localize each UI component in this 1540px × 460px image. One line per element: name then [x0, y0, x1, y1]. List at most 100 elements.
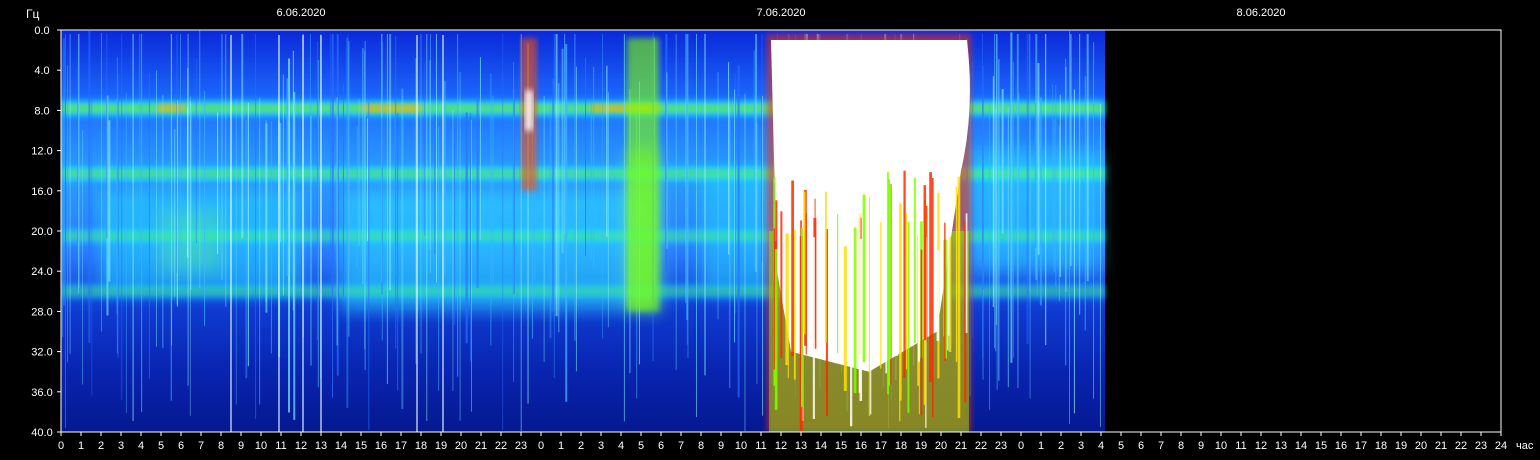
x-tick-label: 3 — [118, 440, 124, 452]
y-tick-label: 32.0 — [31, 347, 52, 359]
x-tick-label: 17 — [395, 440, 407, 452]
x-tick-label: 22 — [975, 440, 987, 452]
y-tick-label: 36.0 — [31, 387, 52, 399]
x-tick-label: 4 — [618, 440, 624, 452]
x-tick-label: 2 — [98, 440, 104, 452]
x-tick-label: 19 — [435, 440, 447, 452]
x-tick-label: 8 — [698, 440, 704, 452]
x-tick-label: 6 — [658, 440, 664, 452]
y-tick-label: 20.0 — [31, 226, 52, 238]
y-tick-label: 40.0 — [31, 427, 52, 439]
x-tick-label: 7 — [198, 440, 204, 452]
x-tick-label: 3 — [598, 440, 604, 452]
x-tick-label: 14 — [815, 440, 827, 452]
x-tick-label: 19 — [915, 440, 927, 452]
x-tick-label: 3 — [1078, 440, 1084, 452]
x-tick-label: 13 — [795, 440, 807, 452]
x-tick-label: 2 — [1058, 440, 1064, 452]
x-tick-label: 16 — [1335, 440, 1347, 452]
x-tick-label: 8 — [1178, 440, 1184, 452]
event-mark — [627, 38, 659, 312]
date-label: 6.06.2020 — [277, 7, 326, 19]
x-tick-label: 13 — [1275, 440, 1287, 452]
x-tick-label: 1 — [78, 440, 84, 452]
y-axis: 0.0 4.0 8.0 12.0 16.0 20.0 24.0 28.0 32.0 36.0 40.… — [31, 25, 61, 439]
x-tick-label: 12 — [1255, 440, 1267, 452]
x-tick-label: 0 — [1018, 440, 1024, 452]
x-tick-label: 9 — [718, 440, 724, 452]
y-tick-label: 8.0 — [34, 105, 49, 117]
x-tick-label: 14 — [335, 440, 347, 452]
x-tick-label: 15 — [355, 440, 367, 452]
x-tick-label: 2 — [578, 440, 584, 452]
x-tick-label: 22 — [1455, 440, 1467, 452]
x-tick-label: 11 — [1235, 440, 1246, 452]
x-tick-label: 10 — [735, 440, 747, 452]
x-tick-label: 5 — [1118, 440, 1124, 452]
event-region — [627, 38, 659, 312]
x-tick-label: 18 — [415, 440, 427, 452]
x-tick-label: 22 — [495, 440, 507, 452]
plot-area — [61, 30, 1501, 432]
x-tick-label: 11 — [755, 440, 766, 452]
y-tick-label: 0.0 — [34, 25, 49, 37]
x-tick-label: 4 — [138, 440, 144, 452]
spectrogram-chart: Гц 0.04.08.012.016.020.024.028.032.036.0… — [26, 7, 1534, 452]
x-tick-label: 14 — [1295, 440, 1307, 452]
x-tick-label: 10 — [1215, 440, 1227, 452]
x-axis: 0 1 2 3 4 5 6 7 8 9 10 11 12 13 14 15 16 17 18 19 20 21 22 23 0 1… — [58, 432, 1507, 452]
x-tick-label: 12 — [295, 440, 307, 452]
event-core — [525, 90, 533, 131]
x-axis-label: час — [1516, 440, 1534, 452]
x-tick-label: 1 — [558, 440, 564, 452]
y-tick-label: 24.0 — [31, 266, 52, 278]
date-label: 7.06.2020 — [757, 7, 806, 19]
x-tick-label: 1 — [1038, 440, 1044, 452]
x-tick-label: 6 — [1138, 440, 1144, 452]
x-tick-label: 24 — [1495, 440, 1507, 452]
x-tick-label: 8 — [218, 440, 224, 452]
x-tick-label: 5 — [638, 440, 644, 452]
x-tick-label: 18 — [1375, 440, 1387, 452]
y-tick-label: 4.0 — [34, 65, 49, 77]
x-tick-label: 15 — [1315, 440, 1327, 452]
x-tick-label: 10 — [255, 440, 267, 452]
x-tick-label: 21 — [955, 440, 967, 452]
x-tick-label: 16 — [855, 440, 867, 452]
x-tick-label: 21 — [475, 440, 487, 452]
y-tick-label: 28.0 — [31, 306, 52, 318]
y-tick-label: 16.0 — [31, 186, 52, 198]
x-tick-label: 11 — [275, 440, 286, 452]
x-tick-label: 17 — [1355, 440, 1367, 452]
x-tick-label: 9 — [1198, 440, 1204, 452]
x-tick-label: 5 — [158, 440, 164, 452]
x-tick-label: 20 — [935, 440, 947, 452]
x-tick-label: 17 — [875, 440, 887, 452]
event-mark — [767, 34, 971, 432]
x-tick-label: 12 — [775, 440, 787, 452]
x-tick-label: 23 — [515, 440, 527, 452]
x-tick-label: 21 — [1435, 440, 1447, 452]
spectrogram-data — [61, 30, 1105, 432]
event-mark — [521, 38, 537, 191]
x-tick-label: 23 — [1475, 440, 1487, 452]
x-tick-label: 0 — [538, 440, 544, 452]
y-axis-label: Гц — [26, 7, 39, 21]
x-tick-label: 15 — [835, 440, 847, 452]
x-tick-label: 18 — [895, 440, 907, 452]
y-tick-label: 12.0 — [31, 146, 52, 158]
x-tick-label: 13 — [315, 440, 327, 452]
x-tick-label: 19 — [1395, 440, 1407, 452]
x-tick-label: 9 — [238, 440, 244, 452]
date-label: 8.06.2020 — [1237, 7, 1286, 19]
x-tick-label: 16 — [375, 440, 387, 452]
x-tick-label: 4 — [1098, 440, 1104, 452]
date-labels: 6.06.2020 7.06.2020 8.06.2020 — [277, 7, 1286, 19]
x-tick-label: 20 — [1415, 440, 1427, 452]
x-tick-label: 20 — [455, 440, 467, 452]
x-tick-label: 7 — [1158, 440, 1164, 452]
x-tick-label: 23 — [995, 440, 1007, 452]
x-tick-label: 0 — [58, 440, 64, 452]
x-tick-label: 7 — [678, 440, 684, 452]
x-tick-label: 6 — [178, 440, 184, 452]
